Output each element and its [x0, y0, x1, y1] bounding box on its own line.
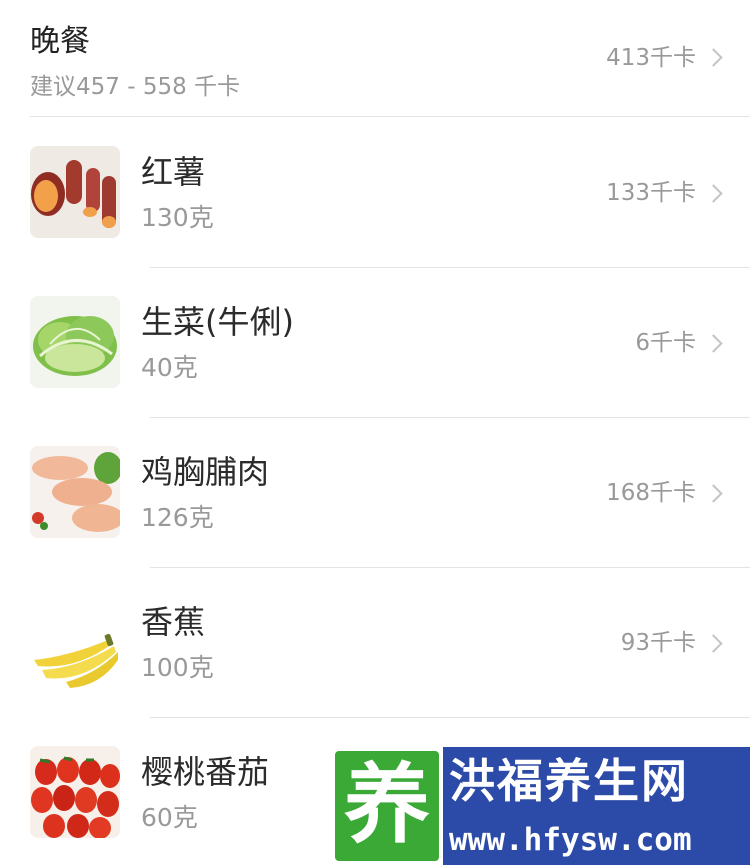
banana-photo [30, 596, 120, 688]
cherry-tomato-photo [30, 746, 120, 838]
food-name: 樱桃番茄 [141, 753, 270, 791]
food-amount: 126克 [141, 503, 214, 532]
meal-title: 晚餐 [30, 24, 90, 59]
food-row-sweet-potato[interactable]: 红薯 130克 133千卡 [0, 118, 750, 268]
sweet-potato-photo [30, 146, 120, 238]
chevron-right-icon [704, 634, 723, 653]
site-watermark: 养 洪福养生网 www.hfysw.com [331, 747, 750, 865]
chevron-right-icon [704, 484, 723, 503]
food-row-chicken-breast[interactable]: 鸡胸脯肉 126克 168千卡 [0, 418, 750, 568]
meal-total-kcal: 413千卡 [606, 45, 696, 71]
divider [30, 116, 750, 117]
meal-header[interactable]: 晚餐 建议457 - 558 千卡 413千卡 [0, 0, 750, 117]
chevron-right-icon [704, 334, 723, 353]
chevron-right-icon [704, 184, 723, 203]
food-name: 香蕉 [141, 603, 206, 641]
food-row-banana[interactable]: 香蕉 100克 93千卡 [0, 568, 750, 718]
food-kcal: 93千卡 [620, 630, 696, 656]
watermark-logo-char: 养 [344, 755, 430, 855]
food-amount: 100克 [141, 653, 214, 682]
food-kcal: 133千卡 [606, 180, 696, 206]
food-name: 红薯 [141, 153, 206, 191]
meal-suggestion: 建议457 - 558 千卡 [30, 74, 241, 100]
food-kcal: 168千卡 [606, 480, 696, 506]
food-name: 鸡胸脯肉 [141, 453, 270, 491]
food-amount: 40克 [141, 353, 198, 382]
food-amount: 60克 [141, 803, 198, 832]
food-row-lettuce[interactable]: 生菜(牛俐) 40克 6千卡 [0, 268, 750, 418]
watermark-url: www.hfysw.com [449, 822, 692, 858]
lettuce-photo [30, 296, 120, 388]
chevron-right-icon [704, 48, 723, 67]
food-name: 生菜(牛俐) [141, 303, 294, 341]
food-kcal: 6千卡 [635, 330, 696, 356]
watermark-logo: 养 [331, 747, 443, 865]
food-amount: 130克 [141, 203, 214, 232]
chicken-breast-photo [30, 446, 120, 538]
watermark-site-name: 洪福养生网 [449, 754, 689, 808]
